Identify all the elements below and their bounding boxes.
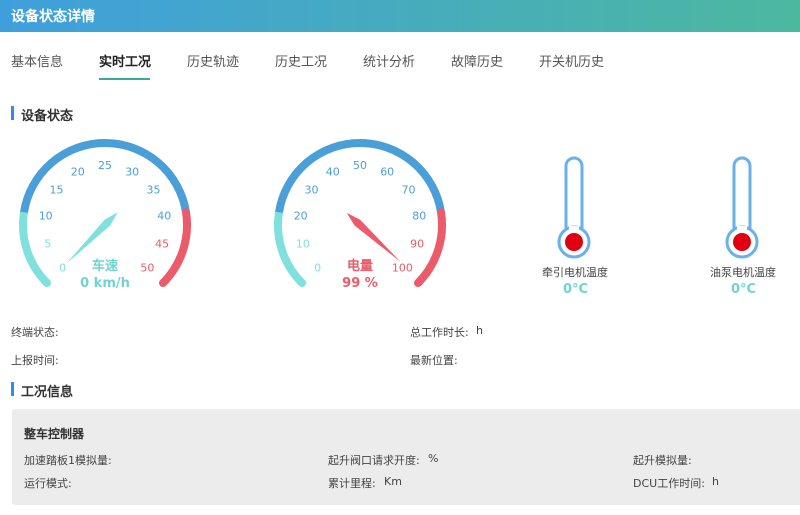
status-gauges: 05101520 25 3035404550车速0 km/h 010203040 50…	[19, 139, 759, 291]
gauge-tick-label: 10	[296, 238, 310, 251]
title-bar: 设备状态详情	[0, 0, 800, 32]
vehicle-controller-title: 整车控制器	[24, 427, 85, 441]
active-tab-indicator	[99, 78, 150, 80]
total-work-time-unit: h	[476, 324, 483, 337]
gauge-tick-label: 25	[98, 159, 112, 172]
gauge-tick-label: 60	[380, 166, 394, 179]
speed-gauge: 05 10 15 20 25 30 35 40 4550 车速 0 km/h	[19, 139, 191, 291]
gauge-tick-label: 30	[305, 184, 319, 197]
vehicle-controller-panel: 整车控制器 加速踏板1模拟量: 起升阀口请求开度: % 起升模拟量: 运行模式:…	[12, 409, 800, 505]
total-work-time-label: 总工作时长:	[410, 326, 469, 339]
field-run-mode-label: 运行模式:	[24, 477, 72, 490]
traction-motor-temp-label: 牵引电机温度	[542, 266, 608, 279]
gauge-tick-label: 40	[326, 166, 340, 179]
gauge-arc-main	[20, 139, 190, 213]
gauge-tick-label: 20	[71, 166, 85, 179]
thermometer-bulb	[565, 233, 583, 251]
terminal-status-label: 终端状态:	[11, 326, 59, 339]
gauge-tick-label: 70	[402, 184, 416, 197]
field-dcu-time-unit: h	[712, 475, 719, 488]
tab-realtime-status[interactable]: 实时工况	[99, 51, 151, 70]
field-lift-valve-label: 起升阀口请求开度:	[328, 454, 420, 467]
tab-history-status[interactable]: 历史工况	[275, 51, 327, 70]
tab-power-history[interactable]: 开关机历史	[539, 51, 604, 70]
tab-history-track[interactable]: 历史轨迹	[187, 51, 239, 70]
gauge-needle	[66, 212, 118, 264]
gauge-tick-label: 100	[392, 261, 413, 274]
tab-statistics[interactable]: 统计分析	[363, 51, 415, 70]
gauge-tick-label: 45	[155, 238, 169, 251]
gauge-tick-label: 5	[44, 238, 51, 251]
traction-motor-thermometer	[557, 156, 591, 259]
gauge-needle	[346, 212, 401, 262]
gauge-tick-label: 35	[147, 184, 161, 197]
tab-bar: 基本信息 实时工况 历史轨迹 历史工况 统计分析 故障历史 开关机历史	[0, 32, 800, 82]
battery-gauge: 0 10 20 30 40 50 60 70 80 90 100 电量 99 %	[274, 139, 446, 291]
report-time-label: 上报时间:	[11, 354, 59, 367]
gauge-arc-main	[275, 139, 445, 213]
pump-motor-temp-value: 0°C	[731, 282, 757, 297]
tab-fault-history[interactable]: 故障历史	[451, 51, 503, 70]
tab-basic-info[interactable]: 基本信息	[11, 51, 63, 70]
gauge-tick-label: 50	[353, 159, 367, 172]
gauge-arc-low	[19, 208, 51, 287]
thermometer-tube	[732, 156, 752, 238]
pump-motor-thermometer	[725, 156, 759, 259]
gauge-tick-label: 10	[39, 210, 53, 223]
gauge-tick-label: 50	[140, 261, 154, 274]
gauge-value: 0 km/h	[80, 276, 130, 291]
thermometer-bulb	[733, 233, 751, 251]
gauge-tick-label: 0	[314, 261, 321, 274]
working-info-section-title: 工况信息	[11, 381, 73, 400]
field-dcu-time-label: DCU工作时间:	[633, 477, 705, 490]
gauge-tick-label: 30	[125, 166, 139, 179]
pump-motor-temp-label: 油泵电机温度	[710, 266, 776, 279]
field-mileage-unit: Km	[384, 475, 402, 488]
latest-location-label: 最新位置:	[410, 354, 458, 367]
thermometer-tube	[564, 156, 584, 238]
gauge-value: 99 %	[342, 276, 378, 291]
gauge-tick-label: 20	[294, 210, 308, 223]
gauge-tick-label: 15	[50, 184, 64, 197]
gauge-tick-label: 0	[59, 261, 66, 274]
field-lift-analog-label: 起升模拟量:	[633, 454, 692, 467]
field-mileage-label: 累计里程:	[328, 477, 376, 490]
gauge-name: 车速	[92, 258, 118, 274]
gauge-tick-label: 40	[157, 210, 171, 223]
gauge-tick-label: 90	[410, 238, 424, 251]
gauge-name: 电量	[347, 258, 373, 274]
device-status-section-title: 设备状态	[11, 105, 73, 124]
field-lift-valve-unit: %	[428, 452, 439, 465]
window-title: 设备状态详情	[11, 9, 95, 25]
traction-motor-temp-value: 0°C	[563, 282, 589, 297]
field-accel-pedal-label: 加速踏板1模拟量:	[24, 454, 112, 467]
gauge-tick-label: 80	[412, 210, 426, 223]
